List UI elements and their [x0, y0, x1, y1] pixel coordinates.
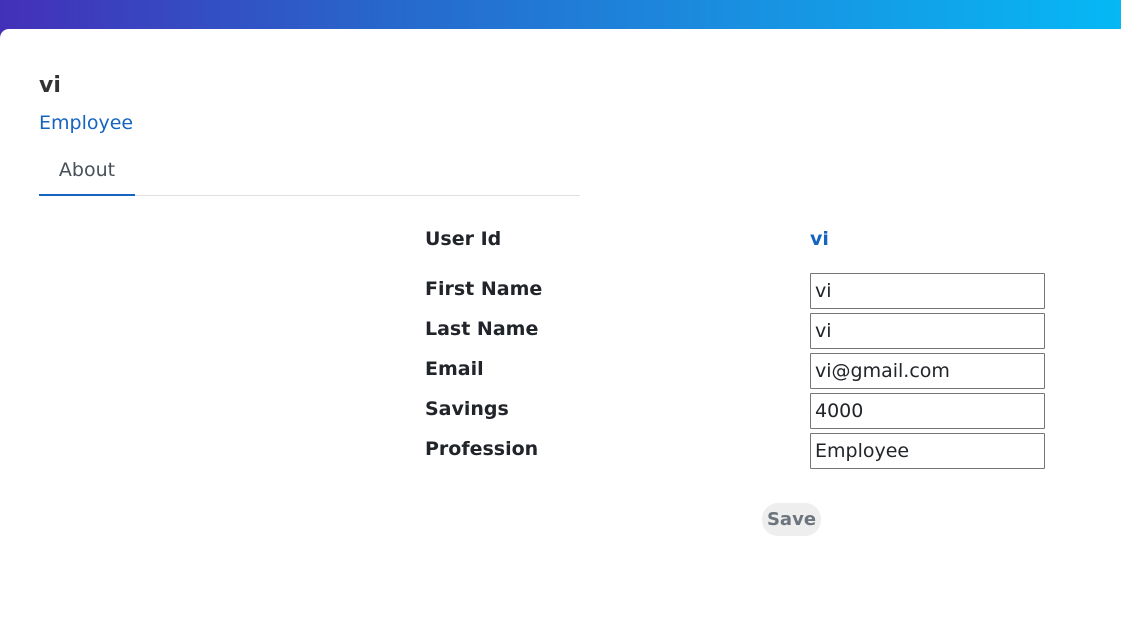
savings-input[interactable] — [810, 393, 1045, 429]
tab-about[interactable]: About — [39, 150, 135, 196]
savings-label: Savings — [425, 398, 509, 420]
save-button[interactable]: Save — [762, 503, 821, 536]
user-id-label: User Id — [425, 228, 502, 250]
last-name-label: Last Name — [425, 318, 539, 340]
profile-name: vi — [39, 73, 61, 98]
email-input[interactable] — [810, 353, 1045, 389]
first-name-label: First Name — [425, 278, 543, 300]
profession-input[interactable] — [810, 433, 1045, 469]
profile-role: Employee — [39, 112, 134, 134]
user-id-value: vi — [810, 228, 829, 250]
last-name-input[interactable] — [810, 313, 1045, 349]
profession-label: Profession — [425, 438, 539, 460]
first-name-input[interactable] — [810, 273, 1045, 309]
tab-bar: About — [39, 150, 580, 196]
email-label: Email — [425, 358, 484, 380]
